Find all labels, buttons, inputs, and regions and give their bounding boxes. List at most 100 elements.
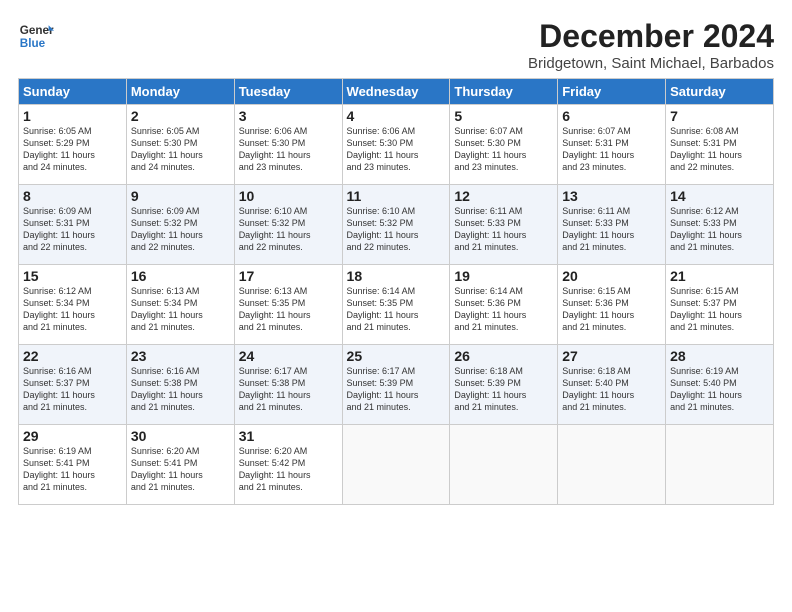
day-number: 29 (23, 428, 122, 444)
calendar-row: 8Sunrise: 6:09 AM Sunset: 5:31 PM Daylig… (19, 185, 774, 265)
day-number: 21 (670, 268, 769, 284)
table-cell: 21Sunrise: 6:15 AM Sunset: 5:37 PM Dayli… (666, 265, 774, 345)
day-info: Sunrise: 6:10 AM Sunset: 5:32 PM Dayligh… (239, 205, 338, 254)
col-friday: Friday (558, 79, 666, 105)
day-number: 3 (239, 108, 338, 124)
day-info: Sunrise: 6:17 AM Sunset: 5:39 PM Dayligh… (347, 365, 446, 414)
table-cell: 5Sunrise: 6:07 AM Sunset: 5:30 PM Daylig… (450, 105, 558, 185)
day-number: 6 (562, 108, 661, 124)
day-number: 24 (239, 348, 338, 364)
col-monday: Monday (126, 79, 234, 105)
day-number: 26 (454, 348, 553, 364)
day-info: Sunrise: 6:09 AM Sunset: 5:32 PM Dayligh… (131, 205, 230, 254)
day-info: Sunrise: 6:18 AM Sunset: 5:39 PM Dayligh… (454, 365, 553, 414)
table-cell: 4Sunrise: 6:06 AM Sunset: 5:30 PM Daylig… (342, 105, 450, 185)
table-cell: 11Sunrise: 6:10 AM Sunset: 5:32 PM Dayli… (342, 185, 450, 265)
col-sunday: Sunday (19, 79, 127, 105)
day-info: Sunrise: 6:14 AM Sunset: 5:36 PM Dayligh… (454, 285, 553, 334)
day-number: 27 (562, 348, 661, 364)
day-number: 2 (131, 108, 230, 124)
day-number: 11 (347, 188, 446, 204)
day-number: 18 (347, 268, 446, 284)
table-cell: 20Sunrise: 6:15 AM Sunset: 5:36 PM Dayli… (558, 265, 666, 345)
day-number: 17 (239, 268, 338, 284)
col-wednesday: Wednesday (342, 79, 450, 105)
table-cell: 8Sunrise: 6:09 AM Sunset: 5:31 PM Daylig… (19, 185, 127, 265)
table-cell: 13Sunrise: 6:11 AM Sunset: 5:33 PM Dayli… (558, 185, 666, 265)
day-info: Sunrise: 6:15 AM Sunset: 5:36 PM Dayligh… (562, 285, 661, 334)
day-number: 14 (670, 188, 769, 204)
header: General Blue General Blue December 2024 … (18, 18, 774, 72)
table-cell: 15Sunrise: 6:12 AM Sunset: 5:34 PM Dayli… (19, 265, 127, 345)
table-cell: 17Sunrise: 6:13 AM Sunset: 5:35 PM Dayli… (234, 265, 342, 345)
col-thursday: Thursday (450, 79, 558, 105)
table-cell: 2Sunrise: 6:05 AM Sunset: 5:30 PM Daylig… (126, 105, 234, 185)
calendar-table: Sunday Monday Tuesday Wednesday Thursday… (18, 78, 774, 505)
header-row: Sunday Monday Tuesday Wednesday Thursday… (19, 79, 774, 105)
day-number: 30 (131, 428, 230, 444)
day-info: Sunrise: 6:08 AM Sunset: 5:31 PM Dayligh… (670, 125, 769, 174)
table-cell: 29Sunrise: 6:19 AM Sunset: 5:41 PM Dayli… (19, 425, 127, 505)
day-number: 7 (670, 108, 769, 124)
day-number: 15 (23, 268, 122, 284)
table-cell: 19Sunrise: 6:14 AM Sunset: 5:36 PM Dayli… (450, 265, 558, 345)
day-number: 13 (562, 188, 661, 204)
title-area: December 2024 Bridgetown, Saint Michael,… (528, 18, 774, 72)
day-info: Sunrise: 6:19 AM Sunset: 5:40 PM Dayligh… (670, 365, 769, 414)
day-info: Sunrise: 6:12 AM Sunset: 5:34 PM Dayligh… (23, 285, 122, 334)
table-cell: 30Sunrise: 6:20 AM Sunset: 5:41 PM Dayli… (126, 425, 234, 505)
logo-icon: General Blue (18, 18, 54, 54)
table-cell: 3Sunrise: 6:06 AM Sunset: 5:30 PM Daylig… (234, 105, 342, 185)
day-info: Sunrise: 6:07 AM Sunset: 5:30 PM Dayligh… (454, 125, 553, 174)
col-tuesday: Tuesday (234, 79, 342, 105)
day-number: 20 (562, 268, 661, 284)
table-cell: 12Sunrise: 6:11 AM Sunset: 5:33 PM Dayli… (450, 185, 558, 265)
col-saturday: Saturday (666, 79, 774, 105)
table-cell (342, 425, 450, 505)
table-cell: 7Sunrise: 6:08 AM Sunset: 5:31 PM Daylig… (666, 105, 774, 185)
day-info: Sunrise: 6:16 AM Sunset: 5:38 PM Dayligh… (131, 365, 230, 414)
table-cell: 23Sunrise: 6:16 AM Sunset: 5:38 PM Dayli… (126, 345, 234, 425)
table-cell: 24Sunrise: 6:17 AM Sunset: 5:38 PM Dayli… (234, 345, 342, 425)
calendar-row: 1Sunrise: 6:05 AM Sunset: 5:29 PM Daylig… (19, 105, 774, 185)
main-title: December 2024 (528, 18, 774, 55)
day-info: Sunrise: 6:05 AM Sunset: 5:30 PM Dayligh… (131, 125, 230, 174)
calendar-row: 22Sunrise: 6:16 AM Sunset: 5:37 PM Dayli… (19, 345, 774, 425)
day-info: Sunrise: 6:06 AM Sunset: 5:30 PM Dayligh… (347, 125, 446, 174)
table-cell (558, 425, 666, 505)
table-cell: 25Sunrise: 6:17 AM Sunset: 5:39 PM Dayli… (342, 345, 450, 425)
logo: General Blue General Blue (18, 18, 58, 54)
subtitle: Bridgetown, Saint Michael, Barbados (528, 55, 774, 72)
table-cell: 10Sunrise: 6:10 AM Sunset: 5:32 PM Dayli… (234, 185, 342, 265)
calendar-row: 29Sunrise: 6:19 AM Sunset: 5:41 PM Dayli… (19, 425, 774, 505)
svg-text:Blue: Blue (20, 37, 46, 50)
table-cell: 27Sunrise: 6:18 AM Sunset: 5:40 PM Dayli… (558, 345, 666, 425)
day-info: Sunrise: 6:15 AM Sunset: 5:37 PM Dayligh… (670, 285, 769, 334)
table-cell: 6Sunrise: 6:07 AM Sunset: 5:31 PM Daylig… (558, 105, 666, 185)
day-info: Sunrise: 6:18 AM Sunset: 5:40 PM Dayligh… (562, 365, 661, 414)
day-number: 10 (239, 188, 338, 204)
day-number: 4 (347, 108, 446, 124)
table-cell: 9Sunrise: 6:09 AM Sunset: 5:32 PM Daylig… (126, 185, 234, 265)
day-info: Sunrise: 6:06 AM Sunset: 5:30 PM Dayligh… (239, 125, 338, 174)
table-cell: 28Sunrise: 6:19 AM Sunset: 5:40 PM Dayli… (666, 345, 774, 425)
day-info: Sunrise: 6:13 AM Sunset: 5:34 PM Dayligh… (131, 285, 230, 334)
day-number: 23 (131, 348, 230, 364)
calendar-row: 15Sunrise: 6:12 AM Sunset: 5:34 PM Dayli… (19, 265, 774, 345)
day-info: Sunrise: 6:20 AM Sunset: 5:42 PM Dayligh… (239, 445, 338, 494)
day-info: Sunrise: 6:19 AM Sunset: 5:41 PM Dayligh… (23, 445, 122, 494)
day-info: Sunrise: 6:11 AM Sunset: 5:33 PM Dayligh… (454, 205, 553, 254)
table-cell: 1Sunrise: 6:05 AM Sunset: 5:29 PM Daylig… (19, 105, 127, 185)
table-cell (450, 425, 558, 505)
day-info: Sunrise: 6:11 AM Sunset: 5:33 PM Dayligh… (562, 205, 661, 254)
day-info: Sunrise: 6:16 AM Sunset: 5:37 PM Dayligh… (23, 365, 122, 414)
day-number: 9 (131, 188, 230, 204)
table-cell: 14Sunrise: 6:12 AM Sunset: 5:33 PM Dayli… (666, 185, 774, 265)
day-number: 12 (454, 188, 553, 204)
day-info: Sunrise: 6:09 AM Sunset: 5:31 PM Dayligh… (23, 205, 122, 254)
day-info: Sunrise: 6:17 AM Sunset: 5:38 PM Dayligh… (239, 365, 338, 414)
day-info: Sunrise: 6:07 AM Sunset: 5:31 PM Dayligh… (562, 125, 661, 174)
day-info: Sunrise: 6:20 AM Sunset: 5:41 PM Dayligh… (131, 445, 230, 494)
day-info: Sunrise: 6:14 AM Sunset: 5:35 PM Dayligh… (347, 285, 446, 334)
day-number: 28 (670, 348, 769, 364)
